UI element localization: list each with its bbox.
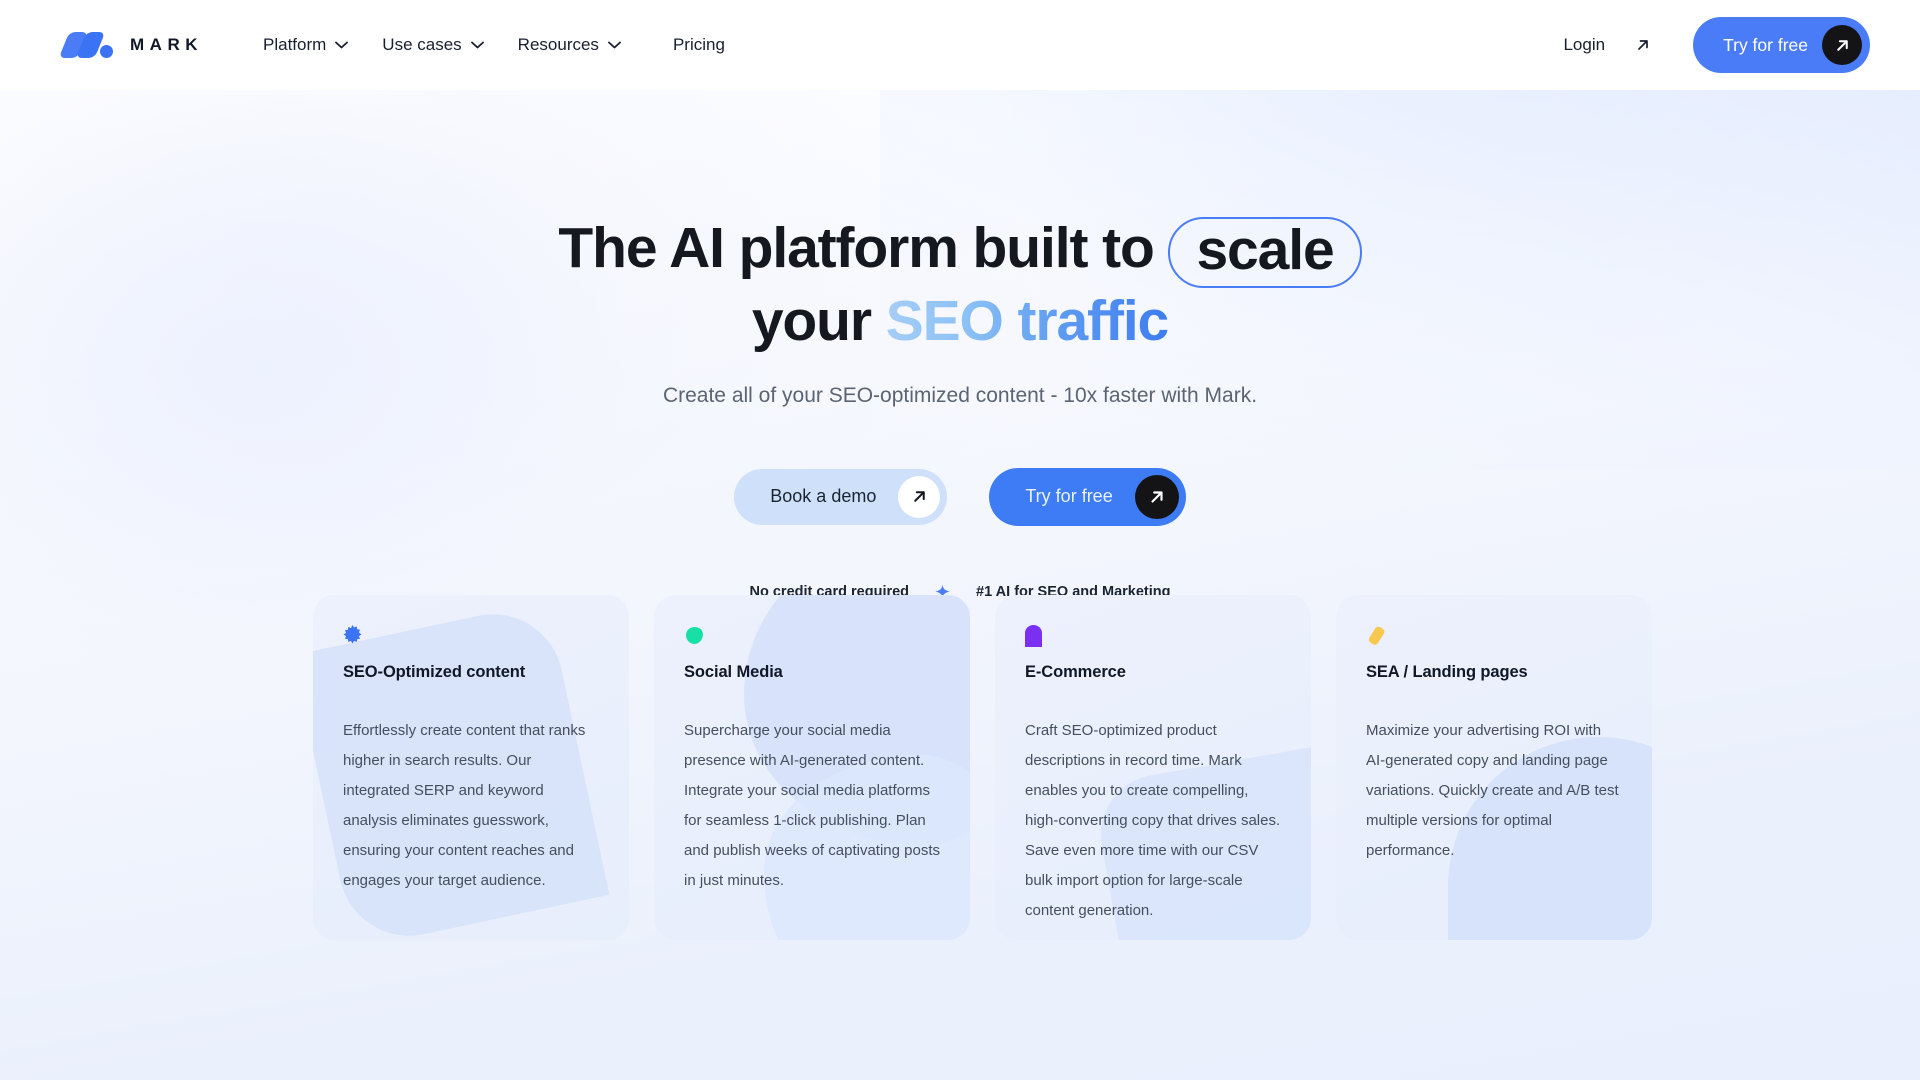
card-body: Craft SEO-optimized product descriptions… bbox=[1025, 722, 1281, 919]
nav-item-label: Resources bbox=[517, 35, 599, 54]
brand-name: MARK bbox=[130, 35, 203, 54]
try-for-free-label: Try for free bbox=[1723, 34, 1808, 55]
try-for-free-label: Try for free bbox=[1025, 486, 1113, 507]
nav-item-label: Use cases bbox=[382, 35, 462, 54]
arrow-up-right-icon bbox=[1638, 40, 1648, 50]
headline-pill-scale: scale bbox=[1168, 217, 1362, 288]
nav-item-pricing[interactable]: Pricing bbox=[659, 27, 739, 63]
feature-card-seo[interactable]: SEO-Optimized content Effortlessly creat… bbox=[313, 595, 629, 940]
chevron-down-icon bbox=[335, 41, 349, 49]
arrow-up-right-icon bbox=[1151, 491, 1163, 503]
nav-item-label: Pricing bbox=[672, 35, 725, 54]
nav-item-label: Platform bbox=[263, 35, 327, 54]
main-nav: Platform Use cases Resources Pricing bbox=[249, 27, 739, 63]
page-title: The AI platform built to scale your SEO … bbox=[0, 215, 1920, 356]
headline-line1-text: The AI platform built to bbox=[558, 216, 1154, 280]
login-link[interactable]: Login bbox=[1551, 27, 1663, 63]
starburst-icon bbox=[343, 625, 599, 655]
card-title: Social Media bbox=[684, 663, 783, 681]
book-a-demo-button[interactable]: Book a demo bbox=[734, 468, 948, 525]
try-for-free-button-header[interactable]: Try for free bbox=[1693, 17, 1870, 73]
feature-card-social-media[interactable]: Social Media Supercharge your social med… bbox=[654, 595, 970, 940]
arch-icon bbox=[1025, 625, 1281, 655]
site-header: MARK Platform Use cases Resources Pricin… bbox=[0, 0, 1920, 90]
card-title: E-Commerce bbox=[1025, 663, 1126, 681]
card-body: Maximize your advertising ROI with AI-ge… bbox=[1366, 722, 1619, 859]
feature-card-sea-landing-pages[interactable]: SEA / Landing pages Maximize your advert… bbox=[1336, 595, 1652, 940]
teardrop-icon bbox=[684, 625, 940, 655]
nav-item-use-cases[interactable]: Use cases bbox=[368, 27, 497, 63]
feature-cards: SEO-Optimized content Effortlessly creat… bbox=[313, 595, 1652, 940]
card-title: SEO-Optimized content bbox=[343, 663, 526, 681]
card-body: Supercharge your social media presence w… bbox=[684, 722, 940, 889]
try-for-free-button-hero[interactable]: Try for free bbox=[989, 467, 1186, 526]
feature-card-ecommerce[interactable]: E-Commerce Craft SEO-optimized product d… bbox=[995, 595, 1311, 940]
card-title: SEA / Landing pages bbox=[1366, 663, 1528, 681]
book-a-demo-label: Book a demo bbox=[770, 486, 877, 507]
card-body: Effortlessly create content that ranks h… bbox=[343, 722, 586, 889]
hero-cta-row: Book a demo Try for free bbox=[0, 467, 1920, 526]
nav-item-resources[interactable]: Resources bbox=[504, 27, 635, 63]
arrow-circle bbox=[1822, 25, 1862, 65]
arrow-up-right-icon bbox=[1836, 39, 1848, 51]
hero-subtitle: Create all of your SEO-optimized content… bbox=[662, 383, 1258, 407]
headline-line2-text: your bbox=[751, 289, 872, 353]
tilted-tag-icon bbox=[1366, 625, 1622, 655]
mark-logo-icon bbox=[58, 30, 116, 60]
login-label: Login bbox=[1563, 35, 1606, 54]
landing-page: MARK Platform Use cases Resources Pricin… bbox=[0, 0, 1920, 1080]
brand-logo[interactable]: MARK bbox=[58, 30, 203, 60]
hero-section: The AI platform built to scale your SEO … bbox=[0, 90, 1920, 600]
headline-gradient-seo-traffic: SEO traffic bbox=[885, 289, 1170, 353]
header-actions: Login Try for free bbox=[1551, 17, 1870, 73]
arrow-circle bbox=[898, 475, 941, 518]
chevron-down-icon bbox=[608, 41, 621, 49]
arrow-circle bbox=[1134, 474, 1179, 519]
nav-item-platform[interactable]: Platform bbox=[249, 27, 362, 63]
chevron-down-icon bbox=[470, 41, 484, 49]
arrow-up-right-icon bbox=[914, 491, 925, 503]
